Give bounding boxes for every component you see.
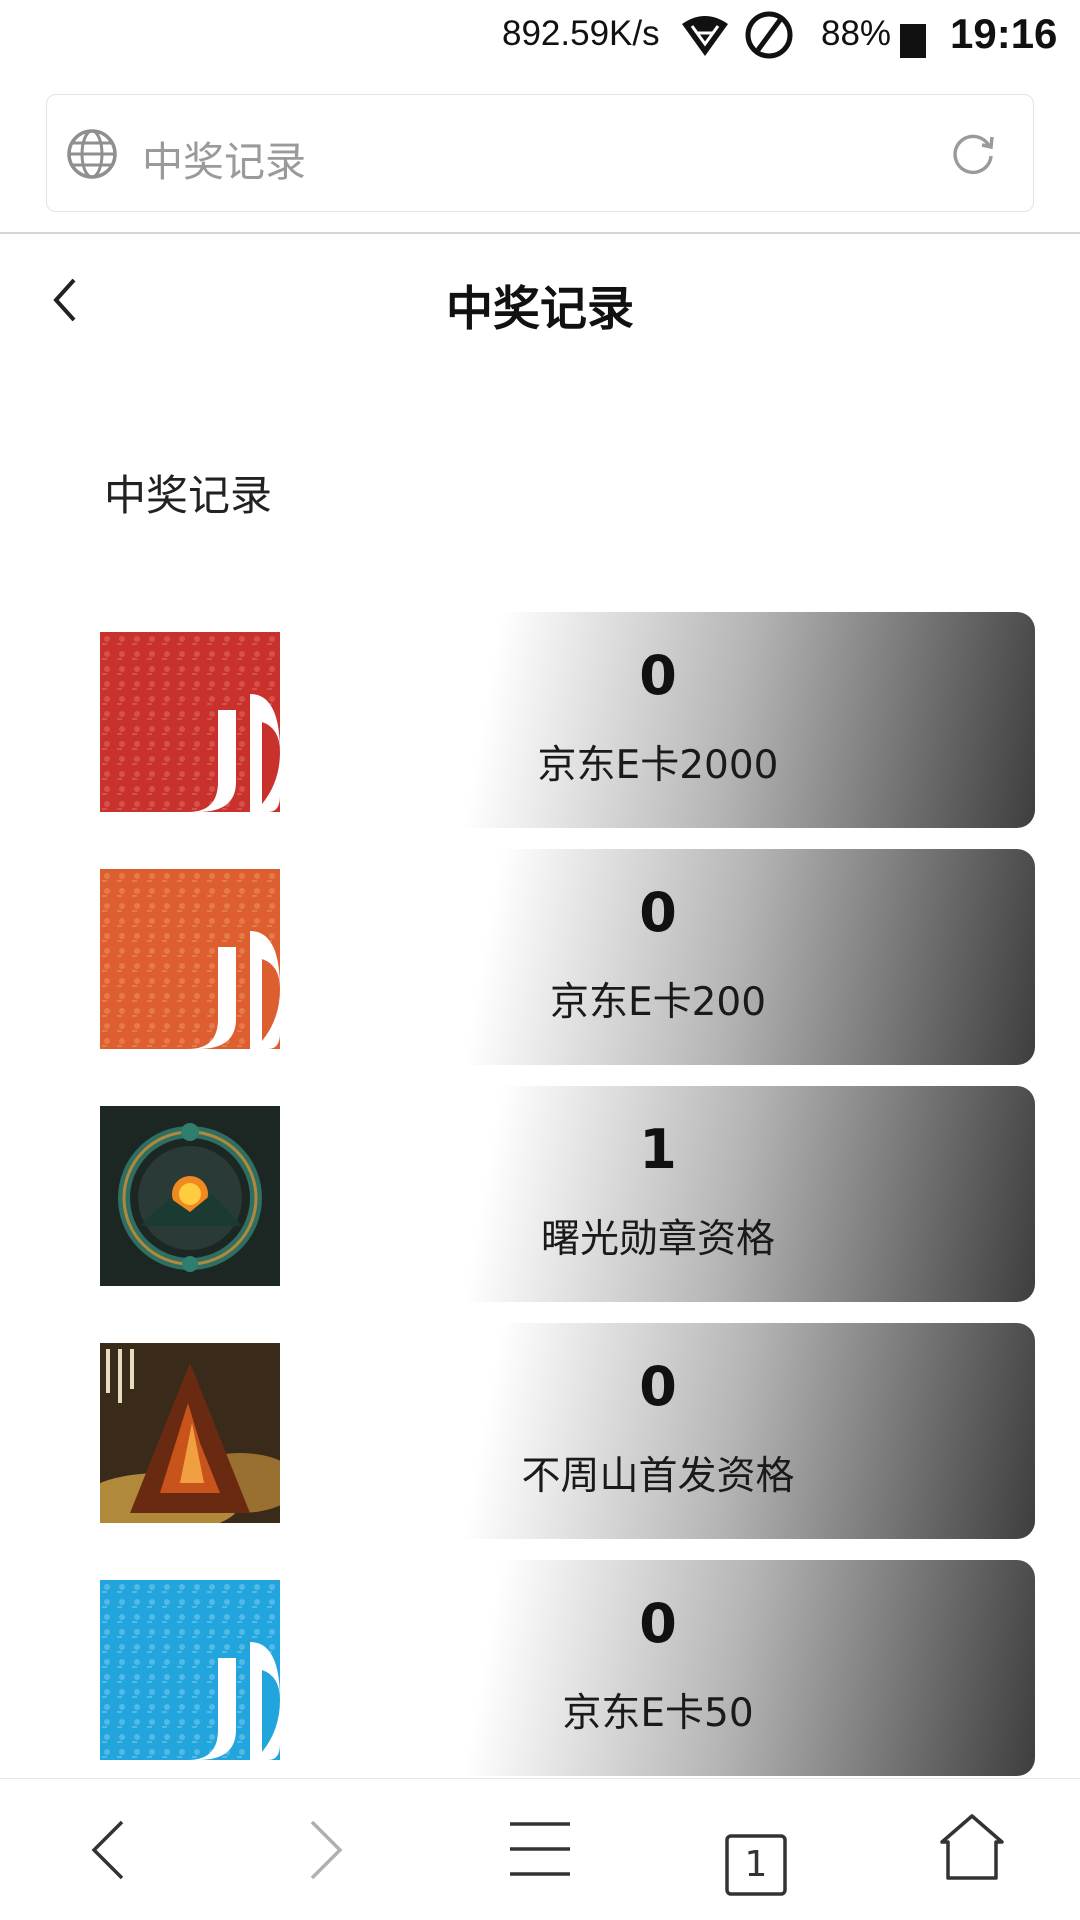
prize-count: 1: [639, 1118, 677, 1181]
address-text[interactable]: 中奖记录: [142, 128, 306, 188]
prize-name: 不周山首发资格: [521, 1454, 795, 1499]
network-speed: 892.59K/s: [502, 14, 660, 53]
jd-card-blue-image: [100, 1580, 280, 1760]
battery-percent: 88%: [821, 14, 892, 53]
menu-icon[interactable]: [508, 1820, 572, 1878]
jd-card-orange-image: [100, 869, 280, 1049]
clock: 19:16: [950, 10, 1058, 57]
do-not-disturb-icon: [745, 11, 793, 59]
prize-name: 京东E卡2000: [537, 743, 779, 788]
home-icon[interactable]: [938, 1812, 1006, 1882]
prize-item[interactable]: 0 不周山首发资格: [0, 1323, 1080, 1539]
tab-count: 1: [744, 1844, 768, 1885]
prize-count: 0: [639, 1592, 677, 1655]
address-bar-divider: [0, 232, 1080, 234]
prize-item[interactable]: 0 京东E卡50: [0, 1560, 1080, 1776]
prize-item[interactable]: 1 曙光勋章资格: [0, 1086, 1080, 1302]
status-bar: 892.59K/s 88% 19:16: [0, 0, 1080, 80]
page-title: 中奖记录: [446, 282, 634, 337]
wifi-icon: [682, 16, 728, 56]
back-icon[interactable]: [86, 1818, 132, 1882]
prize-name: 京东E卡200: [549, 980, 767, 1025]
prize-count: 0: [639, 644, 677, 707]
prize-name: 曙光勋章资格: [540, 1217, 775, 1262]
prize-name: 京东E卡50: [562, 1691, 754, 1736]
buzhou-mountain-image: [100, 1343, 280, 1523]
prize-count: 0: [639, 881, 677, 944]
section-title: 中奖记录: [104, 471, 273, 520]
prize-item[interactable]: 0 京东E卡2000: [0, 612, 1080, 828]
jd-card-red-image: [100, 632, 280, 812]
prize-item[interactable]: 0 京东E卡200: [0, 849, 1080, 1065]
prize-count: 0: [639, 1355, 677, 1418]
dawn-medal-image: [100, 1106, 280, 1286]
battery-icon: [900, 24, 926, 58]
forward-icon[interactable]: [302, 1818, 348, 1882]
reload-icon[interactable]: [948, 128, 998, 178]
globe-icon: [67, 129, 117, 179]
